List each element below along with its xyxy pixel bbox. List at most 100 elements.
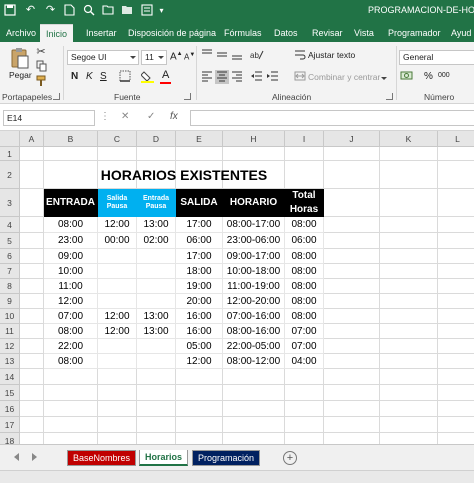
font-color-button[interactable]: A [162, 69, 169, 81]
cell-entrada[interactable]: 11:00 [44, 279, 98, 294]
column-header-i[interactable]: I [285, 131, 324, 147]
cell-salida-pausa[interactable] [98, 249, 137, 264]
cell-horario[interactable]: 11:00-19:00 [223, 279, 285, 294]
row-header-5[interactable]: 5 [0, 233, 20, 249]
align-right-icon[interactable] [230, 70, 244, 84]
chevron-down-icon[interactable] [381, 77, 387, 80]
comma-style-icon[interactable]: 000 [438, 72, 450, 79]
wrap-text-icon[interactable] [293, 48, 307, 62]
save-icon[interactable] [3, 4, 16, 17]
cell-entrada-pausa[interactable] [137, 294, 176, 309]
percent-button[interactable]: % [424, 71, 433, 82]
tab-disposicion[interactable]: Disposición de página [128, 24, 216, 42]
row-header-2[interactable]: 2 [0, 161, 20, 189]
cell-salida-pausa[interactable]: 12:00 [98, 217, 137, 233]
cell-salida[interactable]: 17:00 [176, 217, 223, 233]
cell-total-horas[interactable]: 07:00 [285, 324, 324, 339]
cell-salida-pausa[interactable]: 12:00 [98, 309, 137, 324]
wrap-text-button[interactable]: Ajustar texto [308, 50, 355, 60]
cell-total-horas[interactable]: 08:00 [285, 217, 324, 233]
cell-entrada-pausa[interactable] [137, 354, 176, 369]
cell-entrada-pausa[interactable] [137, 249, 176, 264]
align-left-icon[interactable] [200, 70, 214, 84]
cell-total-horas[interactable]: 08:00 [285, 294, 324, 309]
scroll-tabs-right-icon[interactable] [32, 453, 37, 461]
number-format-select[interactable]: General [399, 50, 474, 65]
cell-horario[interactable]: 07:00-16:00 [223, 309, 285, 324]
cell-entrada-pausa[interactable] [137, 264, 176, 279]
cell-salida[interactable]: 19:00 [176, 279, 223, 294]
redo-icon[interactable]: ↷ [44, 4, 57, 17]
formula-input[interactable] [190, 110, 474, 126]
underline-button[interactable]: S [100, 71, 107, 82]
cell-salida-pausa[interactable] [98, 354, 137, 369]
cell-salida[interactable]: 20:00 [176, 294, 223, 309]
increase-indent-icon[interactable] [266, 70, 280, 84]
header-entrada[interactable]: ENTRADA [44, 189, 98, 217]
enter-icon[interactable]: ✓ [147, 111, 155, 122]
tab-insertar[interactable]: Insertar [86, 24, 117, 42]
formula-bar-menu-icon[interactable]: ⋮ [100, 111, 110, 122]
cell-salida[interactable]: 06:00 [176, 233, 223, 249]
fill-color-icon[interactable] [139, 70, 154, 84]
select-all-corner[interactable] [0, 131, 20, 147]
tab-vista[interactable]: Vista [354, 24, 374, 42]
cell-salida[interactable]: 18:00 [176, 264, 223, 279]
cell-entrada[interactable]: 09:00 [44, 249, 98, 264]
cell-total-horas[interactable]: 08:00 [285, 279, 324, 294]
font-size-select[interactable]: 11 [141, 50, 167, 65]
name-box[interactable]: E14 [3, 110, 95, 126]
cell-entrada[interactable]: 22:00 [44, 339, 98, 354]
column-header-h[interactable]: H [223, 131, 285, 147]
sheet-title[interactable]: HORARIOS EXISTENTES [44, 161, 324, 189]
shrink-font-icon[interactable]: A▼ [184, 52, 195, 62]
row-header-14[interactable]: 14 [0, 369, 20, 385]
cell-entrada[interactable]: 08:00 [44, 354, 98, 369]
row-header-7[interactable]: 7 [0, 264, 20, 279]
cell-horario[interactable]: 23:00-06:00 [223, 233, 285, 249]
cell-horario[interactable]: 22:00-05:00 [223, 339, 285, 354]
cell-entrada[interactable]: 23:00 [44, 233, 98, 249]
folder-icon[interactable] [101, 4, 114, 17]
row-header-18[interactable]: 18 [0, 433, 20, 444]
alignment-launcher-icon[interactable] [386, 93, 393, 100]
sheet-tab-basenombres[interactable]: BaseNombres [67, 450, 136, 466]
cell-total-horas[interactable]: 06:00 [285, 233, 324, 249]
header-entrada-pausa[interactable]: Entrada Pausa [137, 189, 176, 217]
row-header-11[interactable]: 11 [0, 324, 20, 339]
cell-entrada-pausa[interactable]: 13:00 [137, 217, 176, 233]
cell-total-horas[interactable]: 08:00 [285, 249, 324, 264]
row-header-17[interactable]: 17 [0, 417, 20, 433]
cell-total-horas[interactable]: 08:00 [285, 264, 324, 279]
cell-horario[interactable]: 08:00-17:00 [223, 217, 285, 233]
form-icon[interactable] [140, 4, 153, 17]
tab-ayuda[interactable]: Ayud [451, 24, 471, 42]
cell-salida-pausa[interactable] [98, 264, 137, 279]
cell-salida[interactable]: 16:00 [176, 309, 223, 324]
cell-entrada[interactable]: 08:00 [44, 324, 98, 339]
cell-salida[interactable]: 12:00 [176, 354, 223, 369]
bold-button[interactable]: N [71, 71, 78, 82]
header-salida-pausa[interactable]: Salida Pausa [98, 189, 137, 217]
cell-entrada-pausa[interactable] [137, 279, 176, 294]
align-top-icon[interactable] [200, 48, 214, 62]
column-header-a[interactable]: A [20, 131, 44, 147]
row-header-15[interactable]: 15 [0, 385, 20, 401]
row-header-3[interactable]: 3 [0, 189, 20, 217]
column-header-b[interactable]: B [44, 131, 98, 147]
cell-entrada[interactable]: 10:00 [44, 264, 98, 279]
cell-entrada-pausa[interactable]: 13:00 [137, 324, 176, 339]
paste-icon[interactable] [10, 47, 30, 69]
header-salida[interactable]: SALIDA [176, 189, 223, 217]
align-bottom-icon[interactable] [230, 48, 244, 62]
tab-programador[interactable]: Programador [388, 24, 441, 42]
tab-archivo[interactable]: Archivo [6, 24, 36, 42]
cut-icon[interactable]: ✂ [34, 45, 48, 59]
format-painter-icon[interactable] [34, 75, 48, 89]
tab-inicio[interactable]: Inicio [40, 24, 74, 42]
column-header-d[interactable]: D [137, 131, 176, 147]
column-header-j[interactable]: J [324, 131, 380, 147]
cell-total-horas[interactable]: 07:00 [285, 339, 324, 354]
cell-salida-pausa[interactable] [98, 279, 137, 294]
column-header-e[interactable]: E [176, 131, 223, 147]
